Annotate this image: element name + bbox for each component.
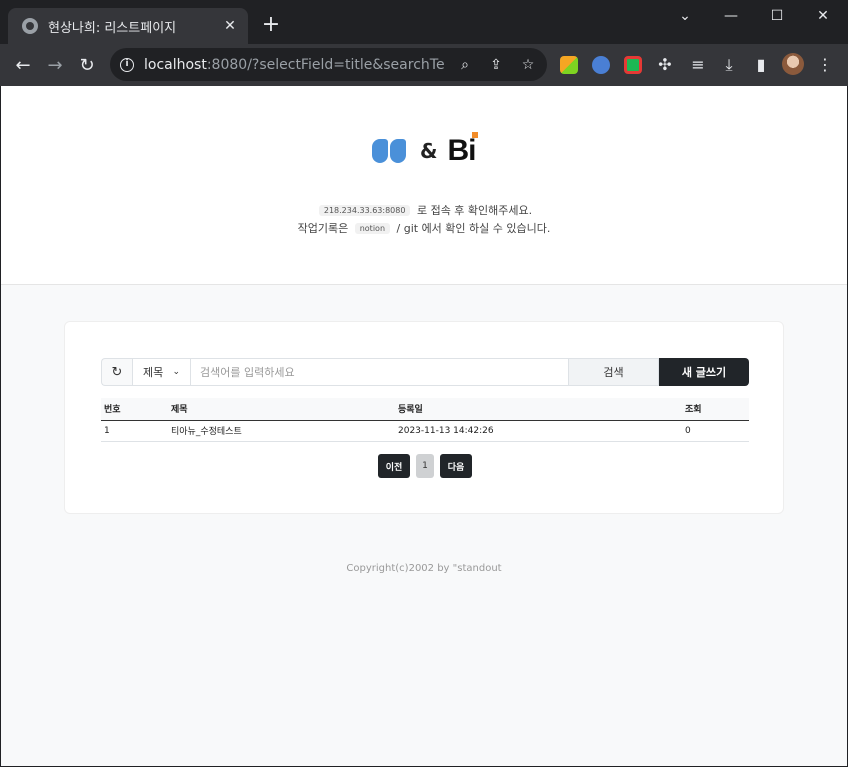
logo-ampersand: &	[420, 139, 438, 163]
access-notice-text: 로 접속 후 확인해주세요.	[416, 204, 533, 217]
cell-views: 0	[682, 420, 749, 442]
footer-copyright: Copyright(c)2002 by "standout	[346, 563, 502, 574]
cell-date: 2023-11-13 14:42:26	[395, 420, 682, 442]
search-field-select[interactable]: 제목 ⌄	[132, 358, 191, 386]
board-card: ↻ 제목 ⌄ 검색 새 글쓰기 번호 제목 등록일 조회 1 티	[64, 321, 784, 514]
zoom-icon[interactable]: ⌕	[456, 56, 474, 74]
minimize-button[interactable]: —	[708, 0, 754, 32]
tab-close-icon[interactable]: ✕	[222, 18, 238, 34]
reset-button[interactable]: ↻	[101, 358, 132, 386]
back-icon[interactable]: ←	[10, 52, 36, 78]
reading-list-icon[interactable]: ≡	[688, 54, 708, 76]
title-bar: 현상나희: 리스트페이지 ✕ + ⌄ — ☐ ✕	[0, 0, 848, 44]
url-text[interactable]: localhost:8080/?selectField=title&search…	[144, 57, 444, 73]
cell-no: 1	[101, 420, 168, 442]
browser-toolbar: ← → ↻ i localhost:8080/?selectField=titl…	[0, 44, 848, 86]
notion-chip[interactable]: notion	[354, 223, 391, 234]
chevron-down-icon: ⌄	[172, 367, 180, 377]
header-views: 조회	[682, 398, 749, 421]
prev-page-button[interactable]: 이전	[378, 454, 410, 478]
puzzle-icon[interactable]: ✣	[655, 54, 675, 76]
tab-search-icon[interactable]: ⌄	[662, 0, 708, 32]
search-bar: ↻ 제목 ⌄ 검색 새 글쓰기	[101, 358, 749, 386]
forward-icon[interactable]: →	[42, 52, 68, 78]
header-no: 번호	[101, 398, 168, 421]
close-window-button[interactable]: ✕	[800, 0, 846, 32]
menu-kebab-icon[interactable]: ⋮	[815, 54, 835, 76]
window-border-left	[0, 86, 1, 767]
globe-icon	[22, 18, 38, 34]
pagination: 이전 1 다음	[65, 454, 785, 478]
ip-chip: 218.234.33.63:8080	[318, 205, 411, 216]
hero-section: & Bi 218.234.33.63:8080 로 접속 후 확인해주세요. 작…	[1, 86, 847, 285]
logo-bi: Bi	[447, 132, 479, 168]
next-page-button[interactable]: 다음	[440, 454, 472, 478]
bookmark-star-icon[interactable]: ☆	[519, 56, 537, 74]
page-body: & Bi 218.234.33.63:8080 로 접속 후 확인해주세요. 작…	[1, 86, 847, 766]
page-number-button[interactable]: 1	[416, 454, 434, 478]
log-notice: 작업기록은 notion / git 에서 확인 하실 수 있습니다.	[1, 220, 847, 236]
search-button[interactable]: 검색	[569, 358, 659, 386]
quote-icon	[390, 139, 406, 163]
download-icon[interactable]: ⤓	[719, 54, 739, 76]
maximize-button[interactable]: ☐	[754, 0, 800, 32]
reload-icon[interactable]: ↻	[74, 52, 100, 78]
quote-icon	[372, 139, 388, 163]
extension-icon-3[interactable]	[624, 56, 642, 74]
header-title: 제목	[168, 398, 395, 421]
browser-tab[interactable]: 현상나희: 리스트페이지 ✕	[8, 8, 248, 44]
info-icon[interactable]: i	[120, 57, 134, 72]
select-value: 제목	[143, 366, 164, 379]
share-icon[interactable]: ⇪	[487, 56, 505, 74]
table-row[interactable]: 1 티아뉴_수정테스트 2023-11-13 14:42:26 0	[101, 420, 749, 442]
side-panel-icon[interactable]: ▮	[751, 54, 771, 76]
avatar[interactable]	[782, 53, 804, 75]
new-tab-button[interactable]: +	[260, 12, 282, 38]
log-notice-pre: 작업기록은	[297, 222, 349, 235]
access-notice: 218.234.33.63:8080 로 접속 후 확인해주세요.	[1, 202, 847, 218]
table-header-row: 번호 제목 등록일 조회	[101, 398, 749, 421]
extension-icon-2[interactable]	[592, 56, 610, 74]
site-logo: & Bi	[372, 132, 479, 168]
address-bar[interactable]: i localhost:8080/?selectField=title&sear…	[110, 48, 547, 81]
header-date: 등록일	[395, 398, 682, 421]
log-notice-post: / git 에서 확인 하실 수 있습니다.	[396, 222, 551, 235]
extension-icon-1[interactable]	[560, 56, 578, 74]
new-post-button[interactable]: 새 글쓰기	[659, 358, 749, 386]
search-input[interactable]	[191, 358, 569, 386]
post-table: 번호 제목 등록일 조회 1 티아뉴_수정테스트 2023-11-13 14:4…	[101, 398, 749, 442]
tab-title: 현상나희: 리스트페이지	[48, 20, 177, 36]
cell-title-link[interactable]: 티아뉴_수정테스트	[168, 420, 395, 442]
